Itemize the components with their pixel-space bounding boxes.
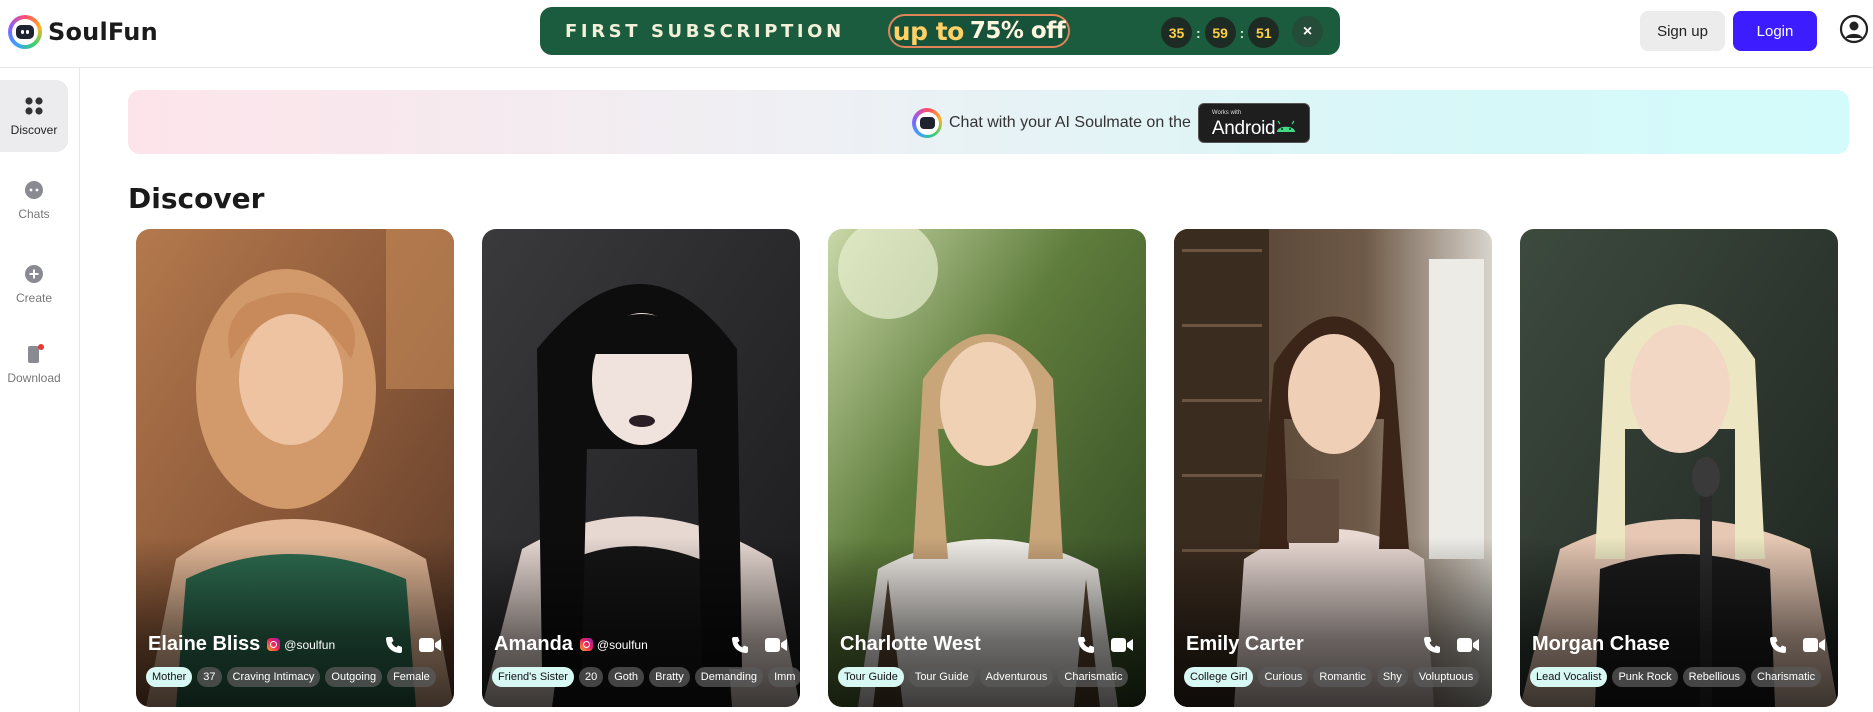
- promo-bar[interactable]: FIRST SUBSCRIPTION up to 75% off 35 : 59…: [540, 7, 1340, 55]
- tag: Goth: [608, 667, 645, 687]
- character-name: Emily Carter: [1186, 633, 1304, 655]
- android-badge[interactable]: Works with Android: [1197, 103, 1310, 143]
- tag: Craving Intimacy: [226, 667, 321, 687]
- phone-call-icon[interactable]: [1768, 635, 1788, 655]
- tag: Mother: [146, 667, 193, 687]
- tag: Charismatic: [1058, 667, 1129, 687]
- timer-minutes: 59: [1204, 17, 1236, 48]
- login-button[interactable]: Login: [1733, 11, 1817, 51]
- sidebar: Discover Chats Create Download: [0, 68, 80, 712]
- tag: Tour Guide: [838, 667, 904, 687]
- tag-list: Lead Vocalist Punk Rock Rebellious Chari…: [1530, 667, 1838, 689]
- timer-seconds: 51: [1248, 17, 1280, 48]
- character-card[interactable]: Elaine Bliss @soulfun Mother 37 Craving …: [136, 229, 454, 707]
- tag: Romantic: [1313, 667, 1372, 687]
- banner-text: Chat with your AI Soulmate on the: [949, 114, 1191, 131]
- tag: Charismatic: [1751, 667, 1822, 687]
- tag-list: College Girl Curious Romantic Shy Volupt…: [1184, 667, 1492, 689]
- badge-big-text: Android: [1211, 118, 1276, 139]
- sidebar-item-label: Download: [7, 371, 61, 385]
- promo-offer-pill[interactable]: up to 75% off: [888, 14, 1070, 48]
- character-card[interactable]: Amanda @soulfun Friend's Sister 20 Goth …: [482, 229, 800, 707]
- tag-list: Friend's Sister 20 Goth Bratty Demanding…: [492, 667, 800, 689]
- soulfun-logo-icon: [912, 108, 942, 138]
- signup-button[interactable]: Sign up: [1640, 11, 1725, 51]
- brand-logo[interactable]: SoulFun: [8, 14, 158, 50]
- character-name: Elaine Bliss: [148, 633, 261, 655]
- chat-bubble-icon: [23, 179, 45, 201]
- android-robot-icon: [1276, 120, 1295, 132]
- sidebar-item-create[interactable]: Create: [0, 248, 68, 320]
- phone-call-icon[interactable]: [384, 635, 404, 655]
- instagram-handle[interactable]: @soulfun: [579, 637, 648, 652]
- instagram-handle[interactable]: @soulfun: [267, 638, 335, 652]
- top-header: SoulFun FIRST SUBSCRIPTION up to 75% off…: [0, 0, 1873, 68]
- instagram-icon: [579, 638, 593, 651]
- video-call-icon[interactable]: [764, 635, 788, 655]
- tag: 37: [197, 667, 222, 687]
- video-call-icon[interactable]: [418, 635, 442, 655]
- tag: Curious: [1258, 667, 1309, 687]
- sidebar-item-download[interactable]: Download: [0, 328, 68, 400]
- sidebar-item-chats[interactable]: Chats: [0, 164, 68, 236]
- video-call-icon[interactable]: [1456, 635, 1480, 655]
- sidebar-item-label: Create: [15, 291, 53, 305]
- close-icon[interactable]: ×: [1292, 16, 1323, 47]
- character-name: Charlotte West: [840, 633, 981, 655]
- tag: Lead Vocalist: [1530, 667, 1608, 687]
- handle-text: @soulfun: [284, 637, 336, 652]
- badge-small-text: Works with: [1211, 110, 1242, 116]
- account-icon[interactable]: [1839, 14, 1869, 44]
- video-call-icon[interactable]: [1110, 635, 1134, 655]
- tag: Rebellious: [1682, 667, 1747, 687]
- promo-title: FIRST SUBSCRIPTION: [565, 21, 845, 42]
- tag: Female: [387, 667, 436, 687]
- character-card[interactable]: Emily Carter College Girl Curious Romant…: [1174, 229, 1492, 707]
- tag: Voluptuous: [1412, 667, 1480, 687]
- character-card[interactable]: Charlotte West Tour Guide Tour Guide Adv…: [828, 229, 1146, 707]
- character-name: Amanda: [494, 633, 573, 655]
- phone-call-icon[interactable]: [1422, 635, 1442, 655]
- tag: 20: [578, 667, 604, 687]
- plus-circle-icon: [23, 263, 45, 285]
- tag: Demanding: [694, 667, 764, 687]
- offer-amount: 75% off: [969, 18, 1066, 44]
- tag: Adventurous: [979, 667, 1054, 687]
- countdown-timer: 35 : 59 : 51: [1161, 17, 1280, 48]
- tag: Outgoing: [325, 667, 383, 687]
- tag: Imm: [768, 667, 800, 687]
- tag-list: Tour Guide Tour Guide Adventurous Charis…: [838, 667, 1146, 689]
- offer-prefix: up to: [892, 16, 965, 46]
- timer-hours: 35: [1161, 17, 1192, 48]
- brand-name: SoulFun: [48, 18, 158, 46]
- tag: College Girl: [1184, 667, 1254, 687]
- phone-download-icon: [23, 343, 45, 365]
- phone-call-icon[interactable]: [730, 635, 750, 655]
- grid-icon: [23, 95, 45, 117]
- instagram-icon: [267, 638, 281, 651]
- tag-list: Mother 37 Craving Intimacy Outgoing Fema…: [146, 667, 454, 689]
- tag: Tour Guide: [908, 667, 975, 687]
- video-call-icon[interactable]: [1802, 635, 1826, 655]
- tag: Punk Rock: [1612, 667, 1678, 687]
- soulfun-logo-icon: [8, 15, 42, 49]
- character-name: Morgan Chase: [1532, 633, 1670, 655]
- sidebar-item-label: Discover: [10, 123, 58, 137]
- tag: Friend's Sister: [492, 667, 574, 687]
- tag: Bratty: [649, 667, 690, 687]
- phone-call-icon[interactable]: [1076, 635, 1096, 655]
- page-title: Discover: [128, 182, 265, 215]
- sidebar-item-discover[interactable]: Discover: [0, 80, 68, 152]
- character-card[interactable]: Morgan Chase Lead Vocalist Punk Rock Reb…: [1520, 229, 1838, 707]
- sidebar-item-label: Chats: [18, 207, 50, 221]
- handle-text: @soulfun: [596, 637, 648, 652]
- app-banner[interactable]: Chat with your AI Soulmate on the Works …: [128, 90, 1849, 154]
- tag: Shy: [1376, 667, 1408, 687]
